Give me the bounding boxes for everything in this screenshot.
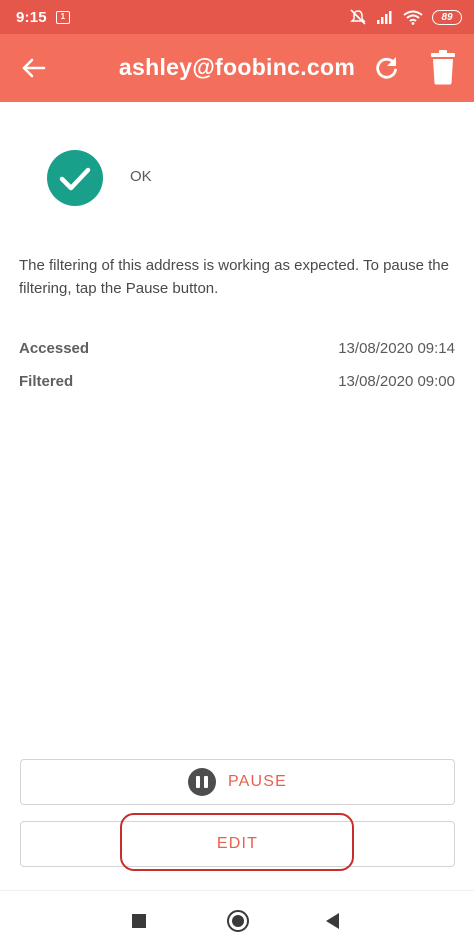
page-title: ashley@foobinc.com: [118, 54, 356, 80]
system-nav-bar: [0, 890, 474, 948]
silent-icon: [350, 9, 366, 25]
recents-square-icon[interactable]: [132, 914, 146, 928]
info-label: Filtered: [19, 373, 74, 390]
status-time: 9:15: [16, 8, 47, 26]
status-bar: 9:15 1 89: [0, 0, 474, 34]
back-triangle-icon[interactable]: [326, 913, 339, 929]
app-bar: ashley@foobinc.com: [0, 34, 474, 102]
battery-icon: 89: [432, 9, 462, 25]
notification-badge: 1: [55, 10, 70, 24]
info-row-accessed: Accessed 13/08/2020 09:14: [19, 340, 455, 357]
refresh-icon[interactable]: [372, 53, 402, 83]
info-value: 13/08/2020 09:14: [338, 340, 455, 357]
trash-icon[interactable]: [430, 49, 456, 85]
wifi-icon: [403, 10, 423, 25]
signal-icon: [377, 11, 392, 24]
pause-button-label: PAUSE: [227, 773, 288, 790]
pause-icon: [187, 768, 216, 796]
info-label: Accessed: [19, 340, 90, 357]
description-text: The filtering of this address is working…: [19, 257, 449, 297]
status-label: OK: [130, 168, 152, 185]
pause-button[interactable]: PAUSE: [20, 759, 455, 805]
check-circle-icon: [47, 150, 103, 206]
edit-button-label: EDIT: [216, 835, 259, 852]
info-value: 13/08/2020 09:00: [338, 373, 455, 390]
home-circle-icon[interactable]: [227, 910, 249, 932]
screen: 9:15 1 89 ashley@foobinc.com OK The filt…: [0, 0, 474, 948]
info-row-filtered: Filtered 13/08/2020 09:00: [19, 373, 455, 390]
edit-button[interactable]: EDIT: [20, 821, 455, 867]
status-icons: 89: [349, 9, 462, 25]
